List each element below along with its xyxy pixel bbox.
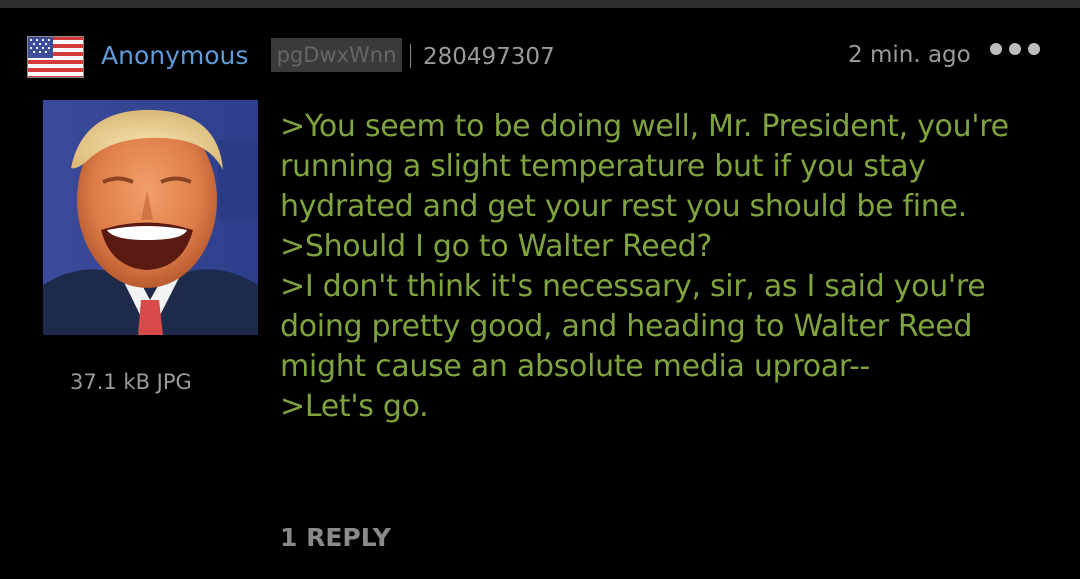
poster-id[interactable]: pgDwxWnn — [271, 38, 402, 72]
comment-line: doing pretty good, and heading to Walter… — [280, 309, 973, 344]
file-info: 37.1 kB JPG — [70, 370, 192, 394]
menu-dot — [1009, 43, 1021, 55]
post: Anonymous pgDwxWnn 280497307 2 min. ago — [0, 8, 1080, 579]
comment-line: might cause an absolute media uproar-- — [280, 349, 870, 384]
menu-dot — [1028, 43, 1040, 55]
post-thumbnail-image[interactable] — [43, 100, 258, 335]
post-timestamp: 2 min. ago — [848, 42, 971, 68]
header-separator — [410, 44, 411, 68]
replies-button[interactable]: 1 REPLY — [280, 523, 391, 553]
post-number[interactable]: 280497307 — [423, 43, 555, 71]
us-flag-icon — [27, 36, 84, 78]
more-dots-icon[interactable] — [990, 38, 1040, 60]
top-divider — [0, 0, 1080, 8]
comment-line: >Should I go to Walter Reed? — [280, 229, 712, 264]
poster-name[interactable]: Anonymous — [101, 41, 248, 71]
comment-line: >You seem to be doing well, Mr. Presiden… — [280, 109, 1009, 144]
comment-line: running a slight temperature but if you … — [280, 149, 926, 184]
comment-line: >Let's go. — [280, 389, 429, 424]
menu-dot — [990, 43, 1002, 55]
comment-line: >I don't think it's necessary, sir, as I… — [280, 269, 986, 304]
comment-line: hydrated and get your rest you should be… — [280, 189, 967, 224]
post-comment: >You seem to be doing well, Mr. Presiden… — [280, 107, 1040, 427]
